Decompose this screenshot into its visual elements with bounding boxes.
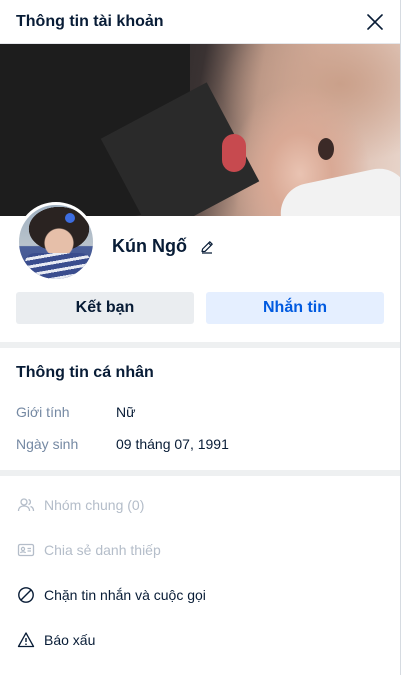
birthday-label: Ngày sinh (16, 436, 79, 452)
birthday-value: 09 tháng 07, 1991 (116, 436, 229, 452)
add-friend-button[interactable]: Kết bạn (16, 292, 194, 324)
block-icon (16, 585, 36, 605)
menu-item-report[interactable]: Báo xấu (0, 617, 400, 662)
menu-item-label: Chặn tin nhắn và cuộc gọi (44, 586, 206, 603)
close-button[interactable] (364, 11, 386, 33)
menu-item-share-contact[interactable]: Chia sẻ danh thiếp (0, 527, 400, 572)
account-info-panel: Thông tin tài khoản Kún Ngố Kết bạn Nhắn… (0, 0, 401, 675)
menu-item-label: Chia sẻ danh thiếp (44, 541, 161, 558)
pencil-icon (201, 240, 213, 254)
gender-row: Giới tính Nữ (16, 396, 384, 428)
panel-header: Thông tin tài khoản (0, 0, 400, 44)
contact-card-icon (16, 540, 36, 560)
close-icon (367, 13, 383, 30)
profile-actions: Kết bạn Nhắn tin (0, 292, 400, 342)
group-icon (16, 495, 36, 515)
menu-item-label: Nhóm chung (0) (44, 496, 145, 513)
panel-title: Thông tin tài khoản (16, 12, 164, 30)
profile-row: Kún Ngố (0, 202, 400, 292)
profile-name-group: Kún Ngố (112, 236, 215, 257)
profile-name: Kún Ngố (112, 236, 187, 256)
send-message-button[interactable]: Nhắn tin (206, 292, 384, 324)
cover-photo[interactable] (0, 44, 400, 216)
menu-item-block[interactable]: Chặn tin nhắn và cuộc gọi (0, 572, 400, 617)
edit-name-button[interactable] (199, 239, 215, 255)
warning-icon (16, 630, 36, 650)
menu-item-label: Báo xấu (44, 631, 96, 648)
birthday-row: Ngày sinh 09 tháng 07, 1991 (16, 428, 384, 460)
avatar[interactable] (16, 202, 96, 282)
gender-label: Giới tính (16, 404, 70, 420)
profile-menu: Nhóm chung (0) Chia sẻ danh thiếp Chặn t… (0, 476, 400, 662)
personal-info-section: Thông tin cá nhân Giới tính Nữ Ngày sinh… (0, 348, 400, 470)
menu-item-common-groups[interactable]: Nhóm chung (0) (0, 482, 400, 527)
gender-value: Nữ (116, 404, 136, 420)
personal-info-title: Thông tin cá nhân (16, 364, 154, 381)
